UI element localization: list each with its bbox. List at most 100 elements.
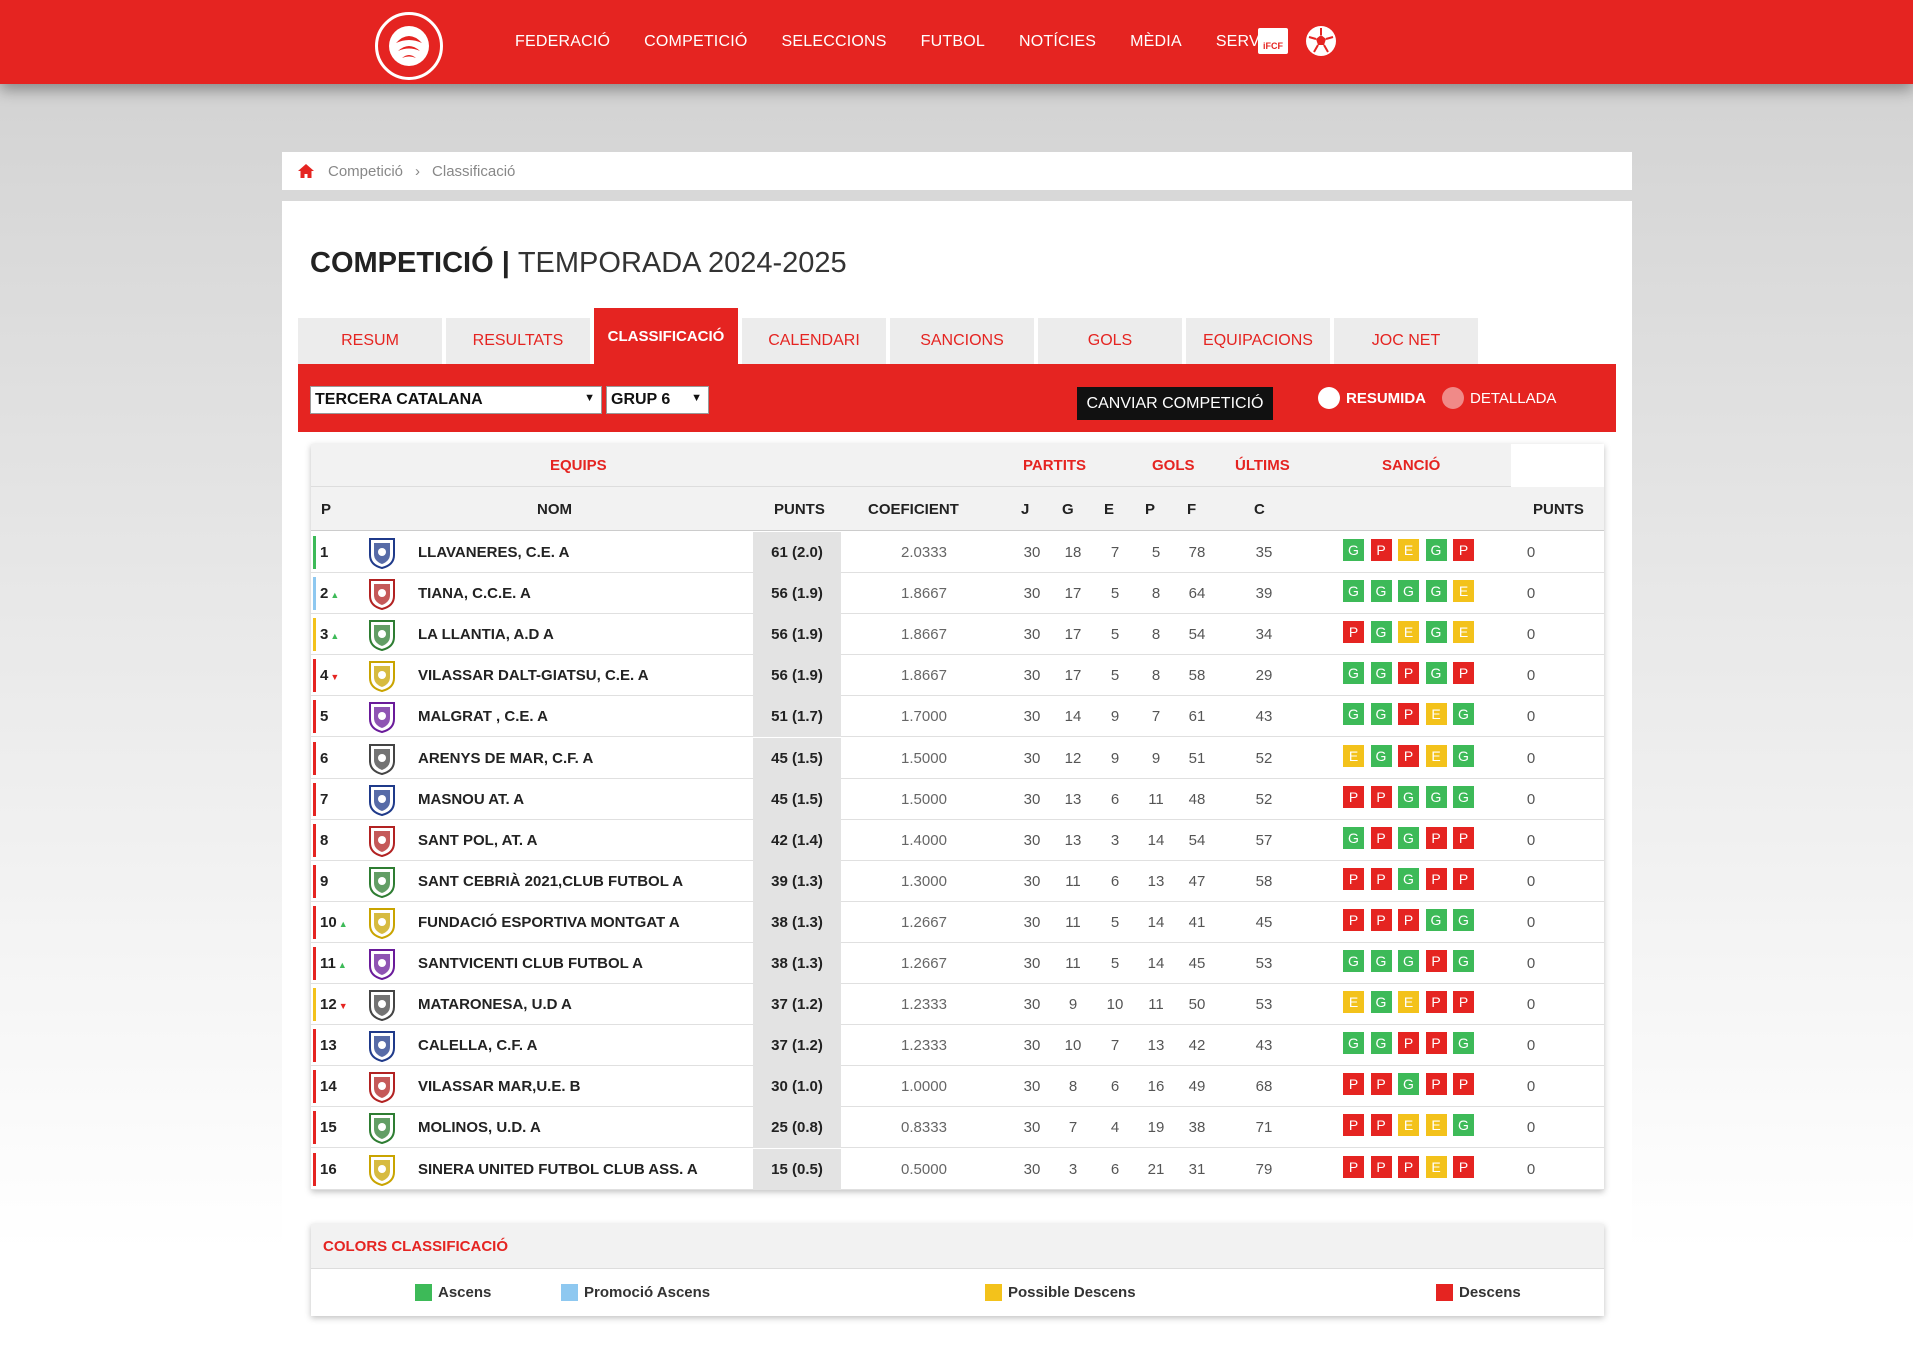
form-badge[interactable]: P — [1425, 991, 1447, 1014]
form-badge[interactable]: G — [1453, 703, 1474, 726]
team-name[interactable]: LA LLANTIA, A.D A — [418, 626, 554, 643]
team-name[interactable]: CALELLA, C.F. A — [418, 1037, 537, 1054]
form-badge[interactable]: E — [1453, 621, 1474, 644]
form-badge[interactable]: E — [1343, 991, 1364, 1014]
team-name[interactable]: ARENYS DE MAR, C.F. A — [418, 750, 593, 767]
table-row[interactable]: 10 ▲ FUNDACIÓ ESPORTIVA MONTGAT A 38 (1.3) 1… — [311, 901, 1604, 943]
nav-item-federacio[interactable]: FEDERACIÓ — [515, 33, 610, 51]
form-badge[interactable]: P — [1453, 662, 1474, 685]
team-name[interactable]: FUNDACIÓ ESPORTIVA MONTGAT A — [418, 914, 680, 931]
table-row[interactable]: 15 MOLINOS, U.D. A 25 (0.8) 0.8333 30 7 4 19 38 7… — [311, 1107, 1604, 1149]
table-row[interactable]: 13 CALELLA, C.F. A 37 (1.2) 1.2333 30 10 7 13 42… — [311, 1025, 1604, 1067]
table-row[interactable]: 6 ARENYS DE MAR, C.F. A 45 (1.5) 1.5000 30 12… — [311, 737, 1604, 779]
form-badge[interactable]: P — [1453, 826, 1474, 849]
team-name[interactable]: SINERA UNITED FUTBOL CLUB ASS. A — [418, 1161, 698, 1178]
form-badge[interactable]: G — [1453, 1032, 1474, 1055]
form-badge[interactable]: G — [1425, 621, 1447, 644]
form-badge[interactable]: P — [1425, 950, 1447, 972]
form-badge[interactable]: G — [1453, 1114, 1474, 1137]
form-badge[interactable]: G — [1370, 744, 1392, 767]
table-row[interactable]: 14 VILASSAR MAR,U.E. B 30 (1.0) 1.0000 30 8 6 1… — [311, 1066, 1604, 1108]
table-row[interactable]: 4 ▼ VILASSAR DALT-GIATSU, C.E. A 56 (1.9) 1.… — [311, 655, 1604, 697]
form-badge[interactable]: G — [1343, 662, 1364, 685]
tab-sancions[interactable]: SANCIONS — [890, 318, 1034, 364]
tab-gols[interactable]: GOLS — [1038, 318, 1182, 364]
form-badge[interactable]: E — [1343, 744, 1364, 767]
form-badge[interactable]: G — [1425, 539, 1447, 561]
form-badge[interactable]: E — [1425, 744, 1447, 767]
form-badge[interactable]: E — [1425, 703, 1447, 726]
form-badge[interactable]: G — [1370, 991, 1392, 1014]
team-name[interactable]: LLAVANERES, C.E. A — [418, 544, 569, 561]
team-name[interactable]: SANT CEBRIÀ 2021,CLUB FUTBOL A — [418, 873, 683, 890]
form-badge[interactable]: E — [1398, 621, 1419, 644]
change-competition-button[interactable]: CANVIAR COMPETICIÓ — [1077, 387, 1273, 420]
ifcf-icon[interactable]: iFCF — [1258, 28, 1288, 54]
form-badge[interactable]: G — [1453, 908, 1474, 931]
form-badge[interactable]: P — [1398, 1155, 1419, 1178]
nav-item-media[interactable]: MÈDIA — [1130, 33, 1182, 51]
form-badge[interactable]: P — [1370, 908, 1392, 931]
table-row[interactable]: 12 ▼ MATARONESA, U.D A 37 (1.2) 1.2333 30 9 10 1… — [311, 984, 1604, 1026]
team-crest-icon[interactable] — [367, 948, 397, 980]
team-name[interactable]: MOLINOS, U.D. A — [418, 1119, 541, 1136]
form-badge[interactable]: P — [1453, 1155, 1474, 1178]
form-badge[interactable]: P — [1398, 662, 1419, 685]
team-crest-icon[interactable] — [367, 660, 397, 693]
form-badge[interactable]: P — [1370, 826, 1392, 849]
view-option-resumida[interactable]: RESUMIDA — [1318, 387, 1426, 409]
form-badge[interactable]: P — [1425, 1032, 1447, 1055]
form-badge[interactable]: G — [1343, 580, 1364, 603]
form-badge[interactable]: G — [1370, 662, 1392, 685]
team-crest-icon[interactable] — [367, 1030, 397, 1063]
form-badge[interactable]: E — [1398, 1114, 1419, 1137]
tab-classificacio[interactable]: CLASSIFICACIÓ — [594, 308, 738, 364]
team-crest-icon[interactable] — [367, 989, 397, 1022]
team-name[interactable]: MATARONESA, U.D A — [418, 996, 572, 1013]
form-badge[interactable]: G — [1453, 785, 1474, 808]
form-badge[interactable]: G — [1425, 908, 1447, 931]
form-badge[interactable]: G — [1370, 621, 1392, 644]
team-crest-icon[interactable] — [367, 866, 397, 898]
nav-item-seleccions[interactable]: SELECCIONS — [782, 33, 887, 51]
form-badge[interactable]: P — [1453, 1073, 1474, 1096]
table-row[interactable]: 2 ▲ TIANA, C.C.E. A 56 (1.9) 1.8667 30 17 5 8 64 3… — [311, 573, 1604, 615]
form-badge[interactable]: G — [1343, 950, 1364, 972]
form-badge[interactable]: G — [1370, 1032, 1392, 1055]
nav-item-futbol[interactable]: FUTBOL — [921, 33, 985, 51]
form-badge[interactable]: P — [1370, 785, 1392, 808]
team-crest-icon[interactable] — [367, 537, 397, 569]
table-row[interactable]: 5 MALGRAT , C.E. A 51 (1.7) 1.7000 30 14 9 7 61 4… — [311, 696, 1604, 738]
form-badge[interactable]: G — [1343, 539, 1364, 561]
form-badge[interactable]: G — [1370, 950, 1392, 972]
form-badge[interactable]: P — [1370, 1114, 1392, 1137]
form-badge[interactable]: P — [1343, 1114, 1364, 1137]
form-badge[interactable]: G — [1425, 785, 1447, 808]
tab-equipacions[interactable]: EQUIPACIONS — [1186, 318, 1330, 364]
team-name[interactable]: VILASSAR DALT-GIATSU, C.E. A — [418, 667, 649, 684]
form-badge[interactable]: G — [1398, 867, 1419, 890]
form-badge[interactable]: P — [1453, 539, 1474, 561]
form-badge[interactable]: G — [1398, 950, 1419, 972]
team-crest-icon[interactable] — [367, 784, 397, 816]
form-badge[interactable]: G — [1398, 826, 1419, 849]
form-badge[interactable]: P — [1370, 1155, 1392, 1178]
form-badge[interactable]: E — [1425, 1155, 1447, 1178]
table-row[interactable]: 3 ▲ LA LLANTIA, A.D A 56 (1.9) 1.8667 30 17 5 8 5… — [311, 614, 1604, 656]
competition-select[interactable]: TERCERA CATALANA ▼ — [310, 386, 602, 414]
nav-item-noticies[interactable]: NOTÍCIES — [1019, 33, 1096, 51]
form-badge[interactable]: P — [1425, 867, 1447, 890]
team-crest-icon[interactable] — [367, 743, 397, 775]
form-badge[interactable]: P — [1453, 867, 1474, 890]
team-name[interactable]: SANT POL, AT. A — [418, 832, 537, 849]
form-badge[interactable]: P — [1343, 1155, 1364, 1178]
form-badge[interactable]: G — [1425, 580, 1447, 603]
form-badge[interactable]: E — [1398, 539, 1419, 561]
form-badge[interactable]: P — [1398, 703, 1419, 726]
form-badge[interactable]: G — [1370, 703, 1392, 726]
form-badge[interactable]: E — [1425, 1114, 1447, 1137]
team-name[interactable]: VILASSAR MAR,U.E. B — [418, 1078, 581, 1095]
table-row[interactable]: 8 SANT POL, AT. A 42 (1.4) 1.4000 30 13 3 14 54 5… — [311, 819, 1604, 861]
form-badge[interactable]: P — [1343, 621, 1364, 644]
tab-resultats[interactable]: RESULTATS — [446, 318, 590, 364]
